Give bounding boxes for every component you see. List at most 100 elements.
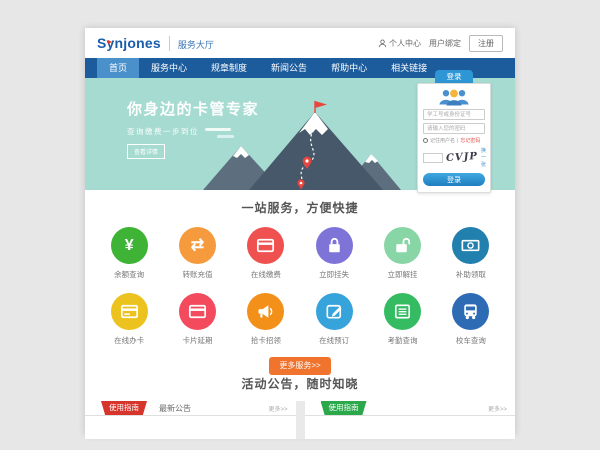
users-group-icon	[434, 87, 474, 107]
personal-center-label: 个人中心	[389, 38, 421, 49]
remember-separator: |	[457, 138, 458, 144]
services-title: 一站服务，方便快捷	[85, 199, 515, 216]
captcha-input[interactable]	[423, 153, 443, 163]
service-item[interactable]: 立即解挂	[368, 227, 436, 280]
service-label: 补助领取	[437, 269, 505, 280]
site-header: Synjones 服务大厅 个人中心 用户绑定 注册	[85, 28, 515, 58]
unfreeze-unlock-icon[interactable]	[384, 227, 421, 264]
services-section: 一站服务，方便快捷 ¥ 余额查询 ⇄ 转账充值 在线缴费	[85, 190, 515, 365]
service-item[interactable]: 立即挂失	[300, 227, 368, 280]
service-item[interactable]: ⇄ 转账充值	[163, 227, 231, 280]
logo-arrow-icon	[108, 40, 112, 44]
service-item[interactable]: 考勤查询	[368, 293, 436, 346]
card-renewal-icon[interactable]	[179, 293, 216, 330]
nav-item-rules[interactable]: 规章制度	[199, 58, 259, 78]
nav-item-news[interactable]: 新闻公告	[259, 58, 319, 78]
service-label: 考勤查询	[368, 335, 436, 346]
school-bus-icon[interactable]	[452, 293, 489, 330]
services-grid: ¥ 余额查询 ⇄ 转账充值 在线缴费 立即挂失	[85, 227, 515, 346]
remember-label: 记住用户名	[430, 137, 455, 144]
edit-icon	[323, 300, 346, 323]
login-form: 记住用户名 | 忘记密码 CVJP 换一张 登录	[417, 83, 491, 193]
site-name: 服务大厅	[169, 36, 214, 51]
more-services-button[interactable]: 更多服务>>	[269, 357, 330, 375]
hero-banner: 你身边的卡管专家 查询缴费一步到位 查看详情 登录	[85, 78, 515, 190]
remember-checkbox[interactable]	[423, 138, 428, 143]
login-panel: 登录 记住用户名 | 忘记密码 CVJP 换一张	[417, 70, 491, 193]
card-icon	[254, 234, 277, 257]
right-tabbar: 使用指南 更多>>	[305, 401, 516, 416]
user-binding-label: 用户绑定	[429, 38, 461, 49]
username-input[interactable]	[423, 109, 485, 120]
left-tabbar: 使用指南 最新公告 更多>>	[85, 401, 296, 416]
right-ribbon-tab[interactable]: 使用指南	[321, 401, 367, 415]
attendance-list-icon[interactable]	[384, 293, 421, 330]
found-card-megaphone-icon[interactable]	[247, 293, 284, 330]
user-icon	[378, 39, 387, 48]
service-label: 在线缴费	[232, 269, 300, 280]
transfer-arrows-glyph: ⇄	[191, 238, 204, 254]
personal-center-link[interactable]: 个人中心	[378, 38, 421, 49]
remember-row: 记住用户名 | 忘记密码	[423, 137, 485, 144]
service-label: 转账充值	[163, 269, 231, 280]
service-label: 在线办卡	[95, 335, 163, 346]
left-more-link[interactable]: 更多>>	[268, 404, 287, 413]
right-panel-body	[305, 416, 516, 439]
service-label: 卡片延期	[163, 335, 231, 346]
captcha-refresh-link[interactable]: 换一张	[481, 147, 486, 168]
website: Synjones 服务大厅 个人中心 用户绑定 注册 首页 服务中心 规章制度 …	[85, 28, 515, 435]
announcements-section: 活动公告，随时知晓 使用指南 最新公告 更多>> 使用指南 更多>>	[85, 365, 515, 439]
unlock-icon	[391, 234, 414, 257]
list-icon	[391, 300, 414, 323]
nav-item-help-center[interactable]: 帮助中心	[319, 58, 379, 78]
right-more-link[interactable]: 更多>>	[488, 404, 507, 413]
forgot-password-link[interactable]: 忘记密码	[460, 137, 480, 144]
captcha-image[interactable]: CVJP	[446, 151, 479, 164]
nav-item-home[interactable]: 首页	[97, 58, 139, 78]
bus-icon	[459, 300, 482, 323]
service-label: 立即挂失	[300, 269, 368, 280]
online-card-application-icon[interactable]	[111, 293, 148, 330]
register-button[interactable]: 注册	[469, 35, 503, 52]
header-utility-links: 个人中心 用户绑定 注册	[378, 35, 503, 52]
yuan-glyph: ¥	[125, 238, 134, 254]
service-item[interactable]: 补助领取	[437, 227, 505, 280]
announcement-panels: 使用指南 最新公告 更多>> 使用指南 更多>>	[85, 401, 515, 439]
card-icon	[186, 300, 209, 323]
brand-logo[interactable]: Synjones 服务大厅	[97, 35, 214, 51]
balance-inquiry-icon[interactable]: ¥	[111, 227, 148, 264]
latest-announcements-tab[interactable]: 最新公告	[159, 403, 191, 414]
service-item[interactable]: ¥ 余额查询	[95, 227, 163, 280]
service-item[interactable]: 校车查询	[437, 293, 505, 346]
lock-icon	[323, 234, 346, 257]
left-ribbon-tab[interactable]: 使用指南	[101, 401, 147, 415]
service-item[interactable]: 在线办卡	[95, 293, 163, 346]
announcement-panel-right: 使用指南 更多>>	[305, 401, 516, 439]
password-input[interactable]	[423, 123, 485, 134]
transfer-recharge-icon[interactable]: ⇄	[179, 227, 216, 264]
online-booking-edit-icon[interactable]	[316, 293, 353, 330]
user-binding-link[interactable]: 用户绑定	[429, 38, 461, 49]
service-label: 立即解挂	[368, 269, 436, 280]
service-label: 余额查询	[95, 269, 163, 280]
service-item[interactable]: 卡片延期	[163, 293, 231, 346]
captcha-row: CVJP 换一张	[423, 147, 485, 168]
left-panel-body	[85, 416, 296, 439]
service-label: 校车查询	[437, 335, 505, 346]
service-item[interactable]: 在线预订	[300, 293, 368, 346]
service-item[interactable]: 在线缴费	[232, 227, 300, 280]
report-loss-lock-icon[interactable]	[316, 227, 353, 264]
online-payment-card-icon[interactable]	[247, 227, 284, 264]
service-item[interactable]: 拾卡招领	[232, 293, 300, 346]
mountain-illustration	[203, 100, 403, 190]
nav-item-service-center[interactable]: 服务中心	[139, 58, 199, 78]
login-button[interactable]: 登录	[423, 173, 485, 186]
hero-cta-button[interactable]: 查看详情	[127, 144, 165, 159]
announcement-panel-left: 使用指南 最新公告 更多>>	[85, 401, 296, 439]
subsidy-banknote-icon[interactable]	[452, 227, 489, 264]
banknote-icon	[459, 234, 482, 257]
login-tab[interactable]: 登录	[435, 70, 473, 83]
service-label: 在线预订	[300, 335, 368, 346]
megaphone-icon	[254, 300, 277, 323]
service-label: 拾卡招领	[232, 335, 300, 346]
